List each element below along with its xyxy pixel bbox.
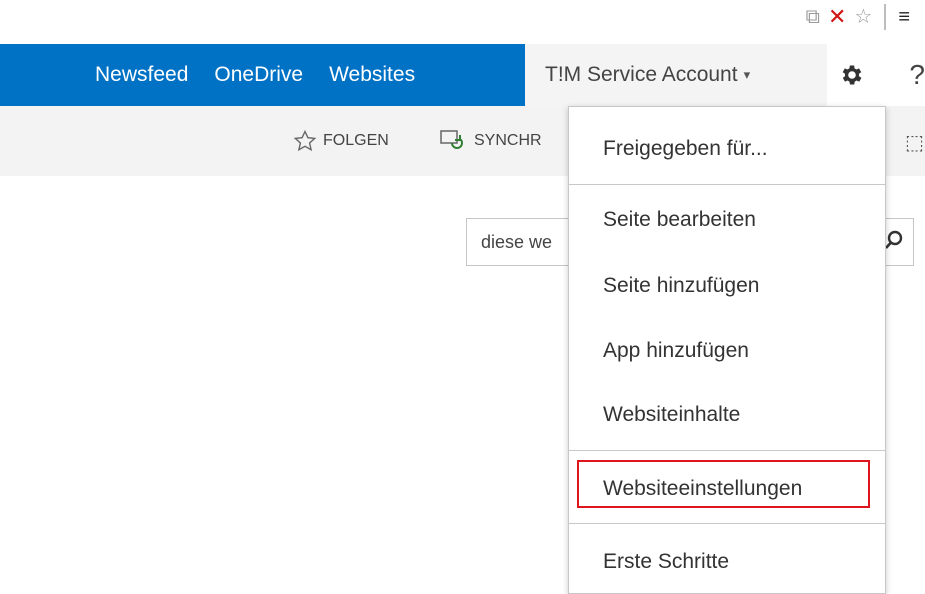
account-name: T!M Service Account: [545, 63, 738, 86]
menu-item-add-app[interactable]: App hinzufügen: [569, 339, 885, 363]
star-outline-icon[interactable]: ☆: [854, 4, 872, 30]
menu-divider: [569, 184, 885, 185]
nav-link-websites[interactable]: Websites: [329, 63, 415, 87]
help-button[interactable]: ?: [877, 44, 925, 106]
menu-item-shared-with[interactable]: Freigegeben für...: [569, 137, 885, 161]
menu-item-getting-started[interactable]: Erste Schritte: [569, 550, 885, 574]
suite-bar: Newsfeed OneDrive Websites T!M Service A…: [0, 44, 925, 106]
star-icon: [293, 129, 317, 152]
toolbar-divider: [884, 4, 887, 30]
nav-link-onedrive[interactable]: OneDrive: [214, 63, 303, 87]
menu-item-edit-page[interactable]: Seite bearbeiten: [569, 208, 885, 232]
focus-content-icon[interactable]: ⬚: [905, 130, 924, 155]
follow-label: FOLGEN: [323, 132, 389, 149]
menu-item-site-settings[interactable]: Websiteeinstellungen: [569, 477, 885, 501]
sync-label: SYNCHR: [474, 132, 542, 149]
menu-item-site-contents[interactable]: Websiteinhalte: [569, 403, 885, 427]
help-icon: ?: [909, 59, 925, 90]
follow-button[interactable]: FOLGEN: [293, 106, 389, 176]
menu-divider: [569, 450, 885, 451]
browser-toolbar: ⧉ ✕ ☆ ≡: [0, 0, 925, 45]
close-x-icon[interactable]: ✕: [828, 4, 846, 30]
menu-icon[interactable]: ≡: [898, 4, 910, 30]
settings-menu: Freigegeben für... Seite bearbeiten Seit…: [568, 106, 886, 594]
account-menu-button[interactable]: T!M Service Account ▾: [525, 44, 827, 106]
popup-icon[interactable]: ⧉: [806, 4, 820, 30]
sync-icon: [440, 130, 463, 149]
nav-link-newsfeed[interactable]: Newsfeed: [95, 63, 188, 87]
suite-nav: Newsfeed OneDrive Websites: [95, 44, 415, 106]
settings-gear-button[interactable]: [827, 44, 877, 106]
menu-divider: [569, 523, 885, 524]
browser-icons: ⧉ ✕ ☆ ≡: [806, 4, 910, 30]
chevron-down-icon: ▾: [743, 67, 751, 82]
sync-button[interactable]: SYNCHR: [440, 106, 542, 176]
menu-item-add-page[interactable]: Seite hinzufügen: [569, 274, 885, 298]
gear-icon: [842, 65, 862, 85]
